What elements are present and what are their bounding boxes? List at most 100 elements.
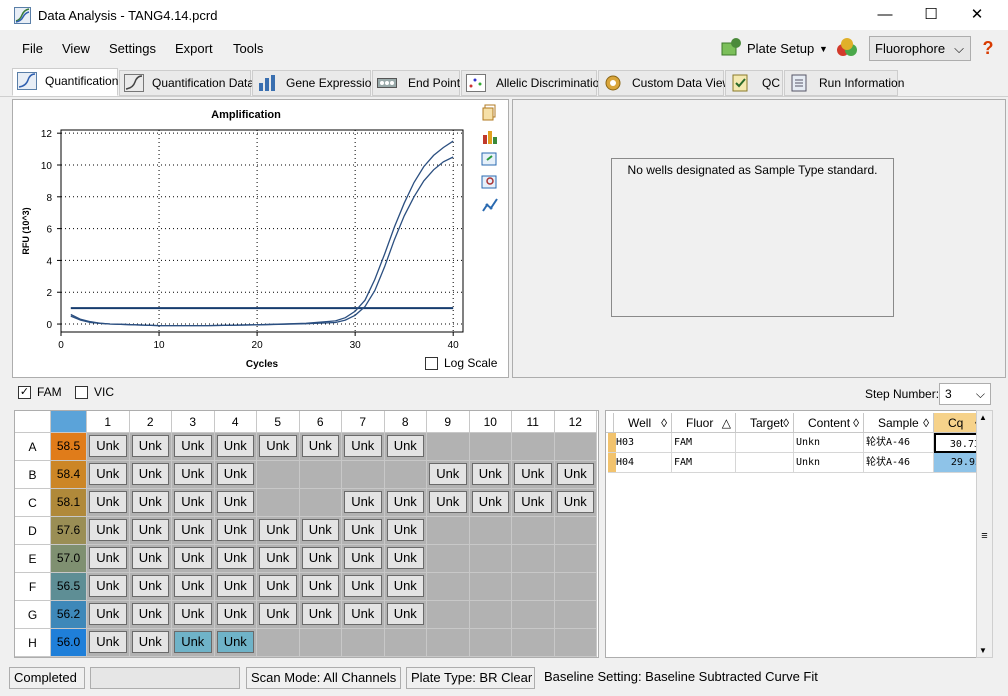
plate-well[interactable]: Unk xyxy=(384,601,427,629)
table-scrollbar[interactable]: ▲ ≡ ▼ xyxy=(976,410,993,658)
plate-well[interactable]: Unk xyxy=(257,433,300,461)
plate-well[interactable] xyxy=(342,461,385,489)
plate-well[interactable]: Unk xyxy=(299,545,342,573)
maximize-button[interactable]: ☐ xyxy=(908,2,954,28)
table-cell-well[interactable]: H04 xyxy=(614,453,672,473)
scroll-thumb[interactable]: ≡ xyxy=(978,529,991,543)
close-button[interactable]: ✕ xyxy=(954,2,1000,28)
plate-well[interactable]: Unk xyxy=(299,573,342,601)
sort-icon[interactable]: ◊ xyxy=(923,413,929,433)
line-chart-icon[interactable] xyxy=(481,196,499,214)
plate-well[interactable]: Unk xyxy=(384,545,427,573)
plate-well[interactable] xyxy=(257,489,300,517)
column-header-content[interactable]: Content ◊ xyxy=(794,413,864,433)
sort-icon[interactable]: ◊ xyxy=(853,413,859,433)
plate-well[interactable]: Unk xyxy=(87,433,130,461)
row-header[interactable]: E xyxy=(15,545,51,573)
plate-well[interactable] xyxy=(469,601,512,629)
column-header[interactable]: 3 xyxy=(172,411,215,433)
plate-well[interactable]: Unk xyxy=(172,461,215,489)
plate-well[interactable]: Unk xyxy=(87,545,130,573)
column-header[interactable]: 2 xyxy=(129,411,172,433)
plate-well[interactable] xyxy=(512,545,555,573)
tab-run-information[interactable]: Run Information xyxy=(784,70,904,96)
plate-well[interactable]: Unk xyxy=(172,573,215,601)
sort-icon[interactable]: ◊ xyxy=(783,413,789,433)
tab-end-point[interactable]: End Point xyxy=(372,70,460,96)
plate-well[interactable] xyxy=(427,433,470,461)
column-header[interactable]: 12 xyxy=(554,411,597,433)
plate-well[interactable]: Unk xyxy=(342,433,385,461)
table-cell-content[interactable]: Unkn xyxy=(794,433,864,453)
log-scale-toggle[interactable]: Log Scale xyxy=(425,356,497,370)
plate-well[interactable]: Unk xyxy=(87,573,130,601)
row-header[interactable]: F xyxy=(15,573,51,601)
plate-well[interactable]: Unk xyxy=(172,489,215,517)
plate-well[interactable]: Unk xyxy=(172,601,215,629)
log-scale-checkbox[interactable] xyxy=(425,356,438,370)
plate-well[interactable]: Unk xyxy=(512,461,555,489)
table-cell-target[interactable] xyxy=(736,433,794,453)
plate-well[interactable]: Unk xyxy=(129,489,172,517)
plate-well[interactable] xyxy=(469,573,512,601)
plate-well[interactable]: Unk xyxy=(512,489,555,517)
plate-well[interactable]: Unk xyxy=(129,545,172,573)
row-header[interactable]: B xyxy=(15,461,51,489)
plate-well[interactable]: Unk xyxy=(342,601,385,629)
vic-checkbox[interactable] xyxy=(75,385,88,399)
plate-well[interactable] xyxy=(427,517,470,545)
plate-well[interactable]: Unk xyxy=(384,573,427,601)
plate-well[interactable]: Unk xyxy=(469,461,512,489)
plate-well[interactable]: Unk xyxy=(299,601,342,629)
plate-well[interactable]: Unk xyxy=(257,545,300,573)
plate-well[interactable] xyxy=(257,461,300,489)
plate-well[interactable] xyxy=(469,517,512,545)
plate-well[interactable]: Unk xyxy=(469,489,512,517)
plate-well[interactable]: Unk xyxy=(129,601,172,629)
table-cell-well[interactable]: H03 xyxy=(614,433,672,453)
plate-well[interactable] xyxy=(427,573,470,601)
column-header[interactable]: 7 xyxy=(342,411,385,433)
row-header[interactable]: D xyxy=(15,517,51,545)
plate-well[interactable] xyxy=(427,629,470,657)
row-header[interactable]: G xyxy=(15,601,51,629)
plate-well[interactable]: Unk xyxy=(427,489,470,517)
plate-well[interactable]: Unk xyxy=(87,517,130,545)
column-header[interactable]: 9 xyxy=(427,411,470,433)
table-cell-sample[interactable]: 轮状A-46 xyxy=(864,433,934,453)
sort-icon[interactable]: △ xyxy=(722,413,731,433)
plate-well[interactable]: Unk xyxy=(129,629,172,657)
plate-well[interactable] xyxy=(554,601,597,629)
plate-well[interactable] xyxy=(469,629,512,657)
plate-well[interactable]: Unk xyxy=(384,517,427,545)
sort-icon[interactable]: ◊ xyxy=(661,413,667,433)
copy-icon[interactable] xyxy=(481,104,499,122)
tab-quantification-data[interactable]: Quantification Data xyxy=(119,70,254,96)
menu-view[interactable]: View xyxy=(62,41,90,56)
tab-gene-expression[interactable]: Gene Expression xyxy=(252,70,378,96)
table-cell-fluor[interactable]: FAM xyxy=(672,453,736,473)
plate-well[interactable]: Unk xyxy=(384,489,427,517)
column-header[interactable]: 10 xyxy=(469,411,512,433)
plate-well[interactable]: Unk xyxy=(342,545,385,573)
plate-well[interactable] xyxy=(299,461,342,489)
menu-settings[interactable]: Settings xyxy=(109,41,156,56)
plate-well[interactable]: Unk xyxy=(129,573,172,601)
plate-well[interactable] xyxy=(299,629,342,657)
tab-allelic-discrimination[interactable]: Allelic Discrimination xyxy=(461,70,606,96)
menu-file[interactable]: File xyxy=(22,41,43,56)
plate-well[interactable] xyxy=(427,545,470,573)
plate-well[interactable]: Unk xyxy=(214,545,257,573)
fam-checkbox[interactable]: ✓ xyxy=(18,385,31,399)
plate-well[interactable]: Unk xyxy=(214,601,257,629)
menu-export[interactable]: Export xyxy=(175,41,213,56)
column-header-sample[interactable]: Sample ◊ xyxy=(864,413,934,433)
plate-well[interactable]: Unk xyxy=(384,433,427,461)
plate-well[interactable]: Unk xyxy=(214,517,257,545)
plate-well[interactable] xyxy=(512,573,555,601)
minimize-button[interactable]: — xyxy=(862,2,908,28)
plate-well[interactable]: Unk xyxy=(257,573,300,601)
plate-well[interactable] xyxy=(512,433,555,461)
plate-well[interactable] xyxy=(299,489,342,517)
plate-well[interactable] xyxy=(427,601,470,629)
